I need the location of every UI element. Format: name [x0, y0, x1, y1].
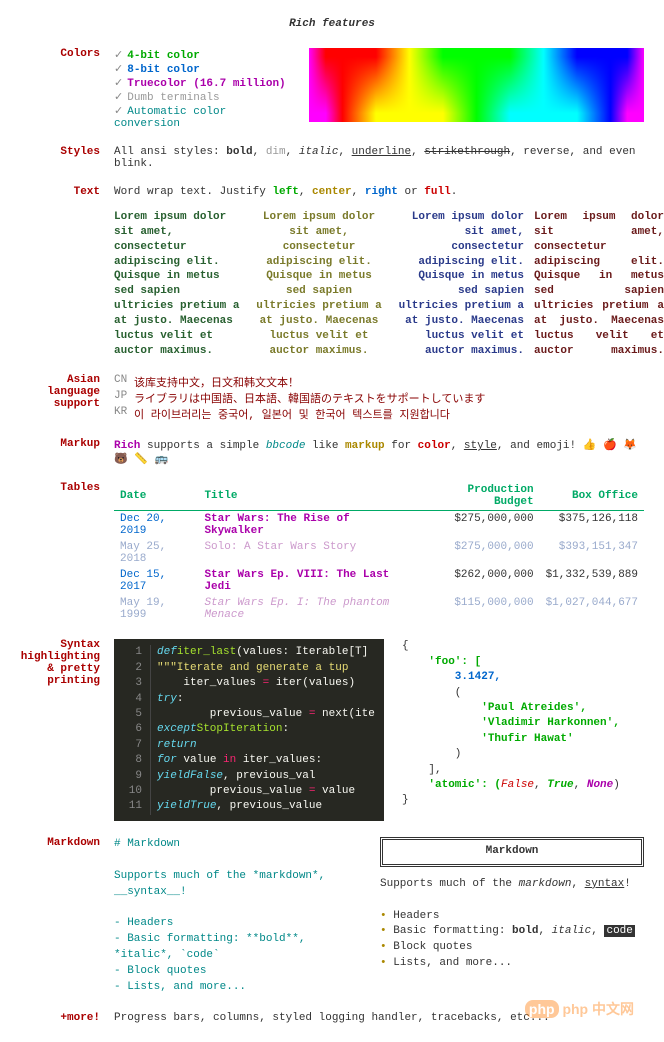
watermark: php php 中文网 — [525, 999, 634, 1019]
pretty-print: { 'foo': [ 3.1427, ( 'Paul Atreides', 'V… — [392, 639, 620, 820]
section-label-more: +more! — [20, 1012, 114, 1024]
section-label-tables: Tables — [20, 482, 114, 623]
text-demo: Word wrap text. Justify left, center, ri… — [114, 186, 664, 358]
table-row: May 25, 2018Solo: A Star Wars Story$275,… — [114, 539, 644, 567]
table-row: Dec 20, 2019Star Wars: The Rise of Skywa… — [114, 511, 644, 540]
section-label-text: Text — [20, 186, 114, 358]
page-title: Rich features — [20, 18, 644, 30]
markup-demo: Rich supports a simple bbcode like marku… — [114, 438, 644, 466]
section-label-markdown: Markdown — [20, 837, 114, 996]
section-label-markup: Markup — [20, 438, 114, 466]
section-label-syntax: Syntax highlighting & pretty printing — [20, 639, 114, 820]
color-feature-list: ✓4-bit color ✓8-bit color ✓Truecolor (16… — [114, 48, 299, 130]
section-label-asian: Asian language support — [20, 374, 114, 422]
demo-table: Date Title Production Budget Box Office … — [114, 482, 644, 623]
syntax-code: 1def iter_last(values: Iterable[T] 2 """… — [114, 639, 384, 820]
asian-demo: CN该库支持中文，日文和韩文文本！ JPライブラリは中国語、日本語、韓国語のテキ… — [114, 374, 644, 422]
styles-demo: All ansi styles: bold, dim, italic, unde… — [114, 146, 644, 170]
section-label-colors: Colors — [20, 48, 114, 130]
section-label-styles: Styles — [20, 146, 114, 170]
markdown-rendered: Markdown Supports much of the markdown, … — [380, 837, 644, 996]
markdown-source: # Markdown Supports much of the *markdow… — [114, 837, 364, 996]
table-row: May 19, 1999Star Wars Ep. I: The phantom… — [114, 595, 644, 623]
table-row: Dec 15, 2017Star Wars Ep. VIII: The Last… — [114, 567, 644, 595]
color-spectrum — [309, 48, 644, 122]
